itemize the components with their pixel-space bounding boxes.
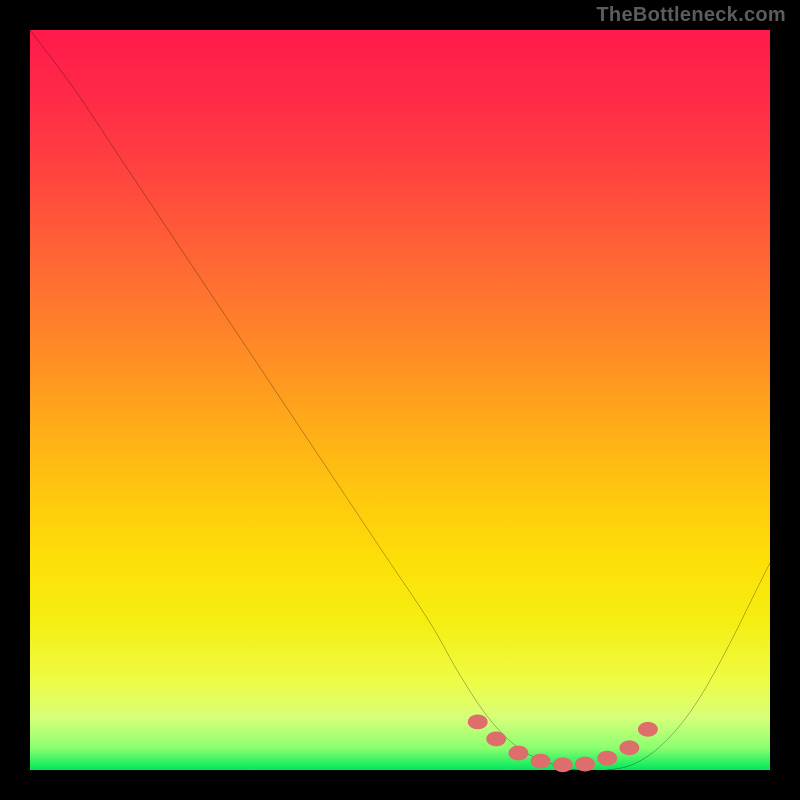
optimal-range-markers [468, 715, 658, 773]
marker-dot [638, 722, 658, 737]
marker-dot [468, 715, 488, 730]
marker-layer [30, 30, 770, 770]
watermark-text: TheBottleneck.com [596, 4, 786, 27]
marker-dot [575, 757, 595, 772]
marker-dot [486, 732, 506, 747]
chart-frame: TheBottleneck.com [0, 0, 800, 800]
marker-dot [619, 740, 639, 755]
marker-dot [508, 746, 528, 761]
marker-dot [597, 751, 617, 766]
marker-dot [553, 757, 573, 772]
marker-dot [531, 754, 551, 769]
